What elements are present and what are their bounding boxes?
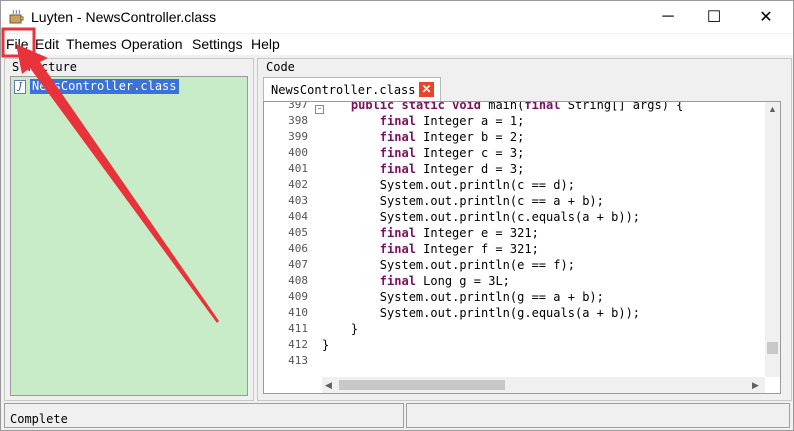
line-number: 400 (288, 146, 308, 159)
line-number: 405 (288, 226, 308, 239)
code-panel: Code NewsController.class ✕ 397 398 399 400… (257, 58, 792, 401)
line-number: 407 (288, 258, 308, 271)
window-title: Luyten - NewsController.class (31, 9, 217, 25)
line-number-gutter: 397 398 399 400 401 402 403 404 405 406 407 408 409 4… (264, 102, 314, 393)
code-line: final Integer d = 3; (379, 162, 525, 176)
close-button[interactable]: ✕ (743, 1, 789, 33)
tree-item-label: NewsController.class (30, 79, 179, 94)
code-line: System.out.println(e == f); (379, 258, 575, 272)
status-cell-main: Complete (4, 403, 404, 428)
menu-help[interactable]: Help (251, 36, 280, 52)
scroll-left-icon[interactable]: ◀ (325, 380, 332, 391)
code-panel-label: Code (266, 60, 295, 74)
structure-panel: Structure J NewsController.class (4, 58, 254, 401)
luyten-app-icon (9, 9, 24, 24)
luyten-window: Luyten - NewsController.class ─ ☐ ✕ File… (0, 0, 794, 431)
horizontal-scroll-thumb[interactable] (339, 380, 505, 390)
code-line: final Integer f = 321; (379, 242, 539, 256)
line-number: 409 (288, 290, 308, 303)
menu-operation[interactable]: Operation (121, 36, 182, 52)
scroll-right-icon[interactable]: ▶ (752, 380, 759, 391)
tree-item-newscontroller[interactable]: J NewsController.class (14, 79, 179, 94)
code-line: final Integer e = 321; (379, 226, 539, 240)
code-line: final Long g = 3L; (379, 274, 510, 288)
line-number: 406 (288, 242, 308, 255)
vertical-scroll-thumb[interactable] (767, 342, 778, 354)
code-line: System.out.println(c.equals(a + b)); (379, 210, 641, 224)
line-number: 412 (288, 338, 308, 351)
line-number: 411 (288, 322, 308, 335)
code-line: final Integer c = 3; (379, 146, 525, 160)
line-number: 398 (288, 114, 308, 127)
menu-themes[interactable]: Themes (66, 36, 117, 52)
code-line: } (322, 338, 330, 352)
status-bar: Complete (4, 403, 790, 428)
menu-file[interactable]: File (6, 36, 29, 52)
code-line: final Integer b = 2; (379, 130, 525, 144)
line-number: 413 (288, 354, 308, 367)
tab-close-icon[interactable]: ✕ (419, 82, 434, 97)
code-line: System.out.println(c == a + b); (379, 194, 604, 208)
status-text: Complete (10, 412, 68, 426)
code-line: System.out.println(c == d); (379, 178, 575, 192)
horizontal-scrollbar[interactable]: ◀ ▶ (322, 377, 765, 393)
code-line: } (322, 322, 359, 336)
java-file-icon: J (14, 79, 26, 94)
vertical-scrollbar[interactable]: ▲ (765, 102, 780, 377)
line-number: 397 (288, 101, 308, 111)
line-number: 401 (288, 162, 308, 175)
code-editor[interactable]: 397 398 399 400 401 402 403 404 405 406 407 408 409 4… (263, 101, 781, 394)
maximize-button[interactable]: ☐ (691, 1, 737, 33)
line-number: 410 (288, 306, 308, 319)
scroll-up-icon[interactable]: ▲ (768, 104, 777, 114)
line-number: 399 (288, 130, 308, 143)
minimize-button[interactable]: ─ (645, 1, 691, 33)
line-number: 404 (288, 210, 308, 223)
menu-edit[interactable]: Edit (35, 36, 59, 52)
menu-bar: File Edit Themes Operation Settings Help (1, 34, 793, 55)
status-cell-secondary (406, 403, 790, 428)
title-bar: Luyten - NewsController.class ─ ☐ ✕ (1, 1, 793, 33)
structure-panel-label: Structure (12, 60, 78, 74)
line-number: 408 (288, 274, 308, 287)
tab-label: NewsController.class (271, 83, 416, 97)
code-line: System.out.println(g.equals(a + b)); (379, 306, 641, 320)
structure-tree[interactable]: J NewsController.class (10, 76, 248, 396)
line-number: 402 (288, 178, 308, 191)
code-line: final Integer a = 1; (379, 114, 525, 128)
line-number: 403 (288, 194, 308, 207)
code-line: System.out.println(g == a + b); (379, 290, 604, 304)
code-line: public static void main(final String[] a… (350, 101, 684, 112)
tab-newscontroller[interactable]: NewsController.class ✕ (263, 77, 441, 102)
menu-settings[interactable]: Settings (192, 36, 243, 52)
